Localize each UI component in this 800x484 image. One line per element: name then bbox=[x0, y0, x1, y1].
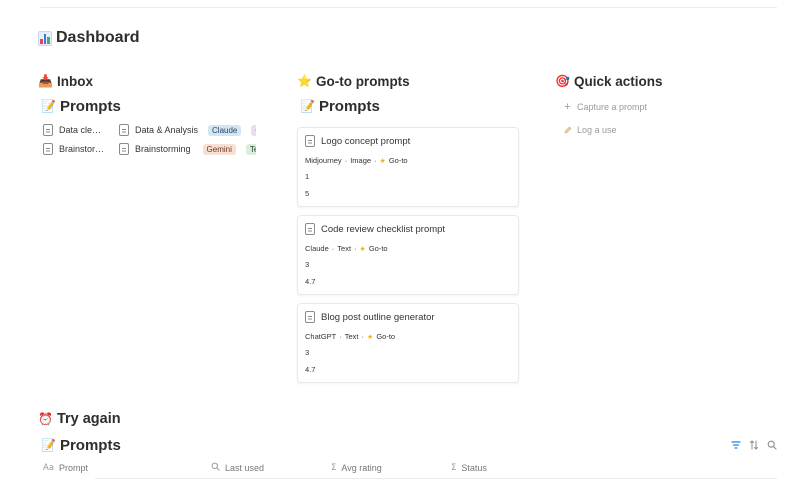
star-icon: ★ bbox=[367, 332, 374, 341]
prompt-card[interactable]: Code review checklist prompt Claude · Tex… bbox=[297, 215, 519, 295]
quick-actions-heading: 🎯 Quick actions bbox=[555, 73, 663, 89]
goto-heading: ⭐ Go-to prompts bbox=[297, 73, 410, 89]
top-divider bbox=[40, 7, 777, 8]
pencil-icon bbox=[563, 126, 572, 134]
alarm-clock-icon: ⏰ bbox=[38, 412, 53, 426]
memo-icon: 📝 bbox=[41, 438, 56, 452]
star-icon: ⭐ bbox=[297, 74, 312, 88]
card-meta: Midjourney · Image · ★ Go-to bbox=[305, 156, 408, 165]
column-header-last-used[interactable]: Last used bbox=[211, 461, 264, 475]
log-use-button[interactable]: Log a use bbox=[563, 123, 617, 137]
column-header-prompt[interactable]: Aa Prompt bbox=[43, 461, 88, 475]
uses-count: 3 bbox=[305, 348, 310, 357]
page-icon bbox=[305, 135, 315, 147]
try-again-view-title[interactable]: 📝 Prompts bbox=[41, 435, 121, 455]
list-item[interactable]: Data clea… Data & Analysis Claude C bbox=[43, 122, 256, 138]
sigma-icon: Σ bbox=[451, 463, 457, 473]
rating-value: 5 bbox=[305, 189, 310, 198]
table-toolbar bbox=[731, 439, 777, 451]
plus-icon: + bbox=[564, 101, 571, 113]
card-meta: ChatGPT · Text · ★ Go-to bbox=[305, 332, 396, 341]
card-title: Code review checklist prompt bbox=[321, 223, 446, 235]
model-tag: Claude bbox=[208, 124, 242, 136]
table-header-divider bbox=[95, 478, 777, 479]
type-tag: C bbox=[251, 124, 256, 136]
column-header-status[interactable]: Σ Status bbox=[451, 461, 487, 475]
model-tag: Gemini bbox=[202, 143, 236, 155]
search-icon[interactable] bbox=[767, 440, 777, 450]
rating-value: 4.7 bbox=[305, 365, 316, 374]
list-item[interactable]: Brainstor… Brainstorming Gemini Te bbox=[43, 141, 256, 157]
star-icon: ★ bbox=[379, 156, 386, 165]
sort-icon[interactable] bbox=[749, 440, 759, 450]
prompt-card[interactable]: Blog post outline generator ChatGPT · Tex… bbox=[297, 303, 519, 383]
page-icon bbox=[119, 143, 129, 155]
rating-value: 4.7 bbox=[305, 277, 316, 286]
bar-chart-icon bbox=[38, 30, 52, 46]
prompt-card[interactable]: Logo concept prompt Midjourney · Image · ★… bbox=[297, 127, 519, 207]
try-again-heading: ⏰ Try again bbox=[38, 411, 121, 427]
inbox-tray-icon: 📥 bbox=[38, 74, 53, 88]
uses-count: 3 bbox=[305, 260, 310, 269]
uses-count: 1 bbox=[305, 172, 310, 181]
page-icon bbox=[305, 311, 315, 323]
memo-icon: 📝 bbox=[41, 99, 56, 113]
inbox-list: Data clea… Data & Analysis Claude C Brai… bbox=[40, 120, 256, 160]
filter-icon[interactable] bbox=[731, 440, 741, 450]
page-title: Dashboard bbox=[38, 27, 140, 49]
search-property-icon bbox=[211, 462, 220, 474]
text-property-icon: Aa bbox=[43, 463, 55, 473]
page-icon bbox=[119, 124, 129, 136]
page-icon bbox=[43, 143, 53, 155]
inbox-heading: 📥 Inbox bbox=[38, 73, 93, 89]
sigma-icon: Σ bbox=[331, 463, 337, 473]
star-icon: ★ bbox=[359, 244, 366, 253]
target-icon: 🎯 bbox=[555, 74, 570, 88]
card-meta: Claude · Text · ★ Go-to bbox=[305, 244, 388, 253]
type-tag: Te bbox=[245, 143, 256, 155]
page-icon bbox=[43, 124, 53, 136]
inbox-view-title[interactable]: 📝 Prompts bbox=[41, 96, 121, 116]
memo-icon: 📝 bbox=[300, 99, 315, 113]
capture-prompt-button[interactable]: + Capture a prompt bbox=[563, 100, 647, 114]
page-icon bbox=[305, 223, 315, 235]
goto-view-title[interactable]: 📝 Prompts bbox=[300, 96, 380, 116]
card-title: Blog post outline generator bbox=[321, 311, 435, 323]
column-header-avg-rating[interactable]: Σ Avg rating bbox=[331, 461, 382, 475]
card-title: Logo concept prompt bbox=[321, 135, 411, 147]
